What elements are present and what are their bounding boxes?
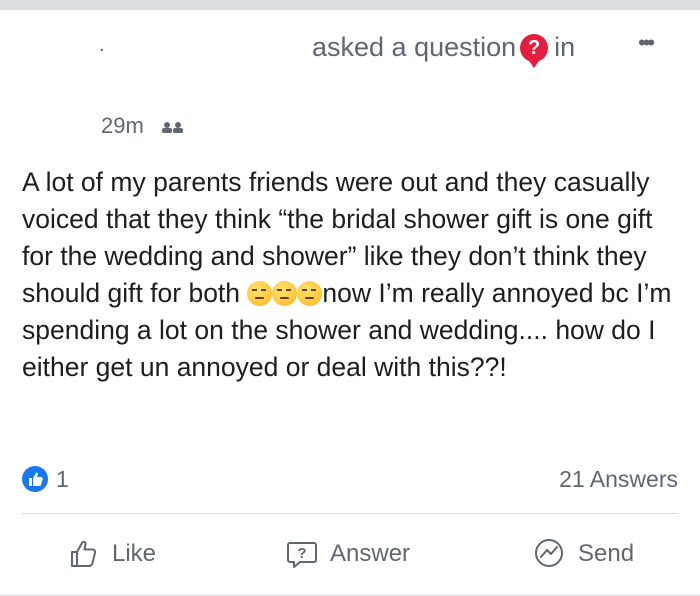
- group-icon: [162, 122, 183, 133]
- post-timestamp[interactable]: 29m: [101, 113, 144, 139]
- asked-label: asked a question: [312, 32, 517, 62]
- post-text: A lot of my parents friends were out and…: [22, 164, 682, 386]
- post-stats: 1 21 Answers: [0, 460, 700, 500]
- more-options-icon[interactable]: •••: [638, 30, 655, 56]
- like-count[interactable]: 1: [56, 466, 69, 493]
- like-button[interactable]: Like: [68, 536, 156, 572]
- action-bar: Like ? Answer Send: [0, 530, 700, 580]
- author-name[interactable]: .: [99, 34, 105, 57]
- messenger-icon: [535, 539, 563, 567]
- in-label: in: [554, 32, 576, 62]
- unamused-face-icon: [247, 281, 273, 306]
- answer-button-label: Answer: [330, 540, 411, 567]
- top-strip: [0, 0, 700, 10]
- send-button[interactable]: Send: [532, 536, 634, 572]
- send-button-label: Send: [578, 540, 635, 567]
- question-bubble-icon: ?: [287, 542, 317, 568]
- answer-button[interactable]: ? Answer: [286, 536, 410, 572]
- unamused-face-icon: [272, 281, 298, 306]
- like-reaction-icon[interactable]: [22, 466, 48, 492]
- divider: [22, 513, 678, 514]
- asked-question-line: asked a question? in: [312, 32, 576, 68]
- like-button-label: Like: [112, 540, 157, 567]
- svg-text:?: ?: [297, 545, 306, 562]
- unamused-face-icon: [297, 281, 323, 306]
- thumbs-up-icon: [71, 540, 97, 567]
- question-icon: ?: [520, 34, 549, 68]
- answers-count[interactable]: 21 Answers: [559, 466, 678, 493]
